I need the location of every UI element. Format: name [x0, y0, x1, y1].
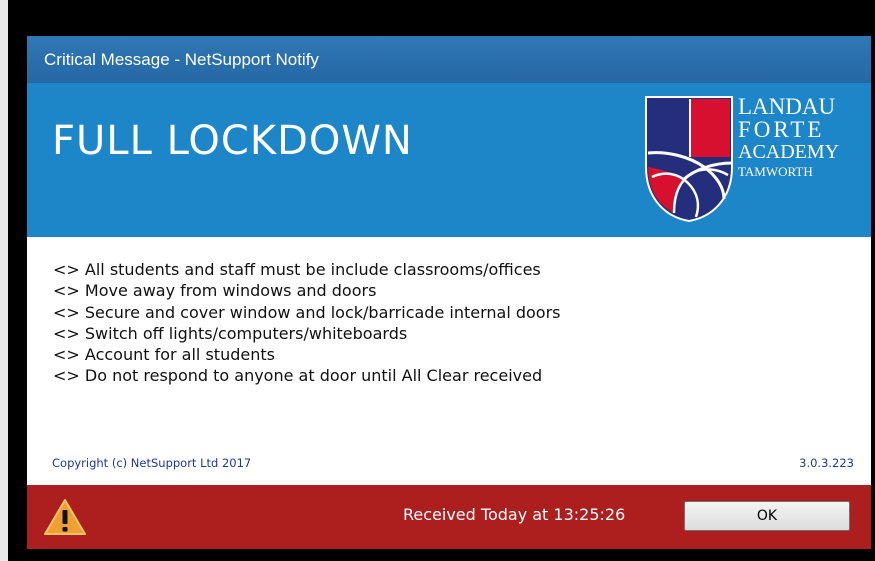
instruction-item: <> Switch off lights/computers/whiteboar…	[53, 323, 408, 343]
ok-button-label: OK	[756, 508, 778, 524]
instruction-item: <> Account for all students	[53, 345, 275, 365]
logo-line-2: FORTE	[738, 117, 825, 142]
warning-icon	[44, 499, 86, 535]
footer-bar: Received Today at 13:25:26 OK	[27, 485, 871, 549]
logo-line-1: LANDAU	[738, 94, 836, 119]
school-name: LANDAU FORTE ACADEMY TAMWORTH	[738, 95, 839, 178]
logo-line-4: TAMWORTH	[738, 164, 813, 179]
instruction-item: <> Move away from windows and doors	[53, 281, 377, 301]
logo-line-3: ACADEMY	[738, 141, 840, 163]
alert-title: FULL LOCKDOWN	[52, 118, 413, 164]
notify-dialog: Critical Message - NetSupport Notify FUL…	[27, 36, 871, 549]
instruction-item: <> Secure and cover window and lock/barr…	[53, 302, 561, 322]
alert-banner: FULL LOCKDOWN LANDAU FORTE ACADEMY TAMWO…	[27, 83, 871, 237]
window-title: Critical Message - NetSupport Notify	[44, 50, 319, 69]
instruction-list: <> All students and staff must be includ…	[53, 259, 561, 387]
school-logo: LANDAU FORTE ACADEMY TAMWORTH	[644, 93, 859, 233]
instruction-item: <> Do not respond to anyone at door unti…	[53, 366, 543, 386]
version-text: 3.0.3.223	[799, 456, 854, 470]
ok-button[interactable]: OK	[684, 501, 850, 531]
instruction-item: <> All students and staff must be includ…	[53, 260, 541, 279]
copyright-text: Copyright (c) NetSupport Ltd 2017	[52, 456, 252, 470]
desktop-edge	[0, 0, 8, 561]
message-body: <> All students and staff must be includ…	[27, 237, 871, 485]
received-timestamp: Received Today at 13:25:26	[403, 505, 626, 524]
school-shield-icon	[645, 96, 733, 223]
title-bar[interactable]: Critical Message - NetSupport Notify	[27, 36, 871, 83]
